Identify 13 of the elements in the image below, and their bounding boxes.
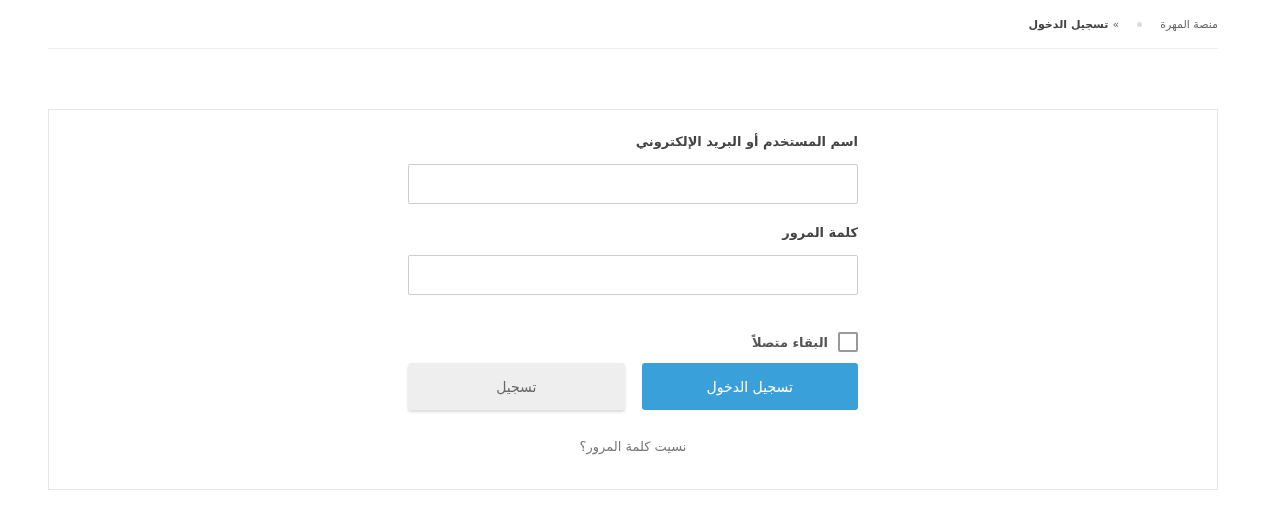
- register-button[interactable]: تسجيل: [408, 363, 625, 410]
- breadcrumb-arrow: »: [1112, 17, 1120, 31]
- field-label: اسم المستخدم أو البريد الإلكتروني: [634, 134, 858, 149]
- forgot-password-link[interactable]: نسيت كلمة المرور؟: [579, 439, 687, 454]
- login-button[interactable]: تسجيل الدخول: [641, 363, 858, 410]
- input-field[interactable]: [408, 255, 858, 295]
- input-field[interactable]: [408, 164, 858, 204]
- checkbox-label: البقاء متصلاً: [751, 334, 828, 350]
- checkbox[interactable]: [838, 332, 858, 352]
- breadcrumb-link[interactable]: منصة المهرة: [1160, 17, 1218, 31]
- field-label: كلمة المرور: [780, 225, 858, 240]
- separator-dot-icon: [1137, 21, 1143, 27]
- breadcrumb-link[interactable]: تسجيل الدخول: [1028, 17, 1109, 31]
